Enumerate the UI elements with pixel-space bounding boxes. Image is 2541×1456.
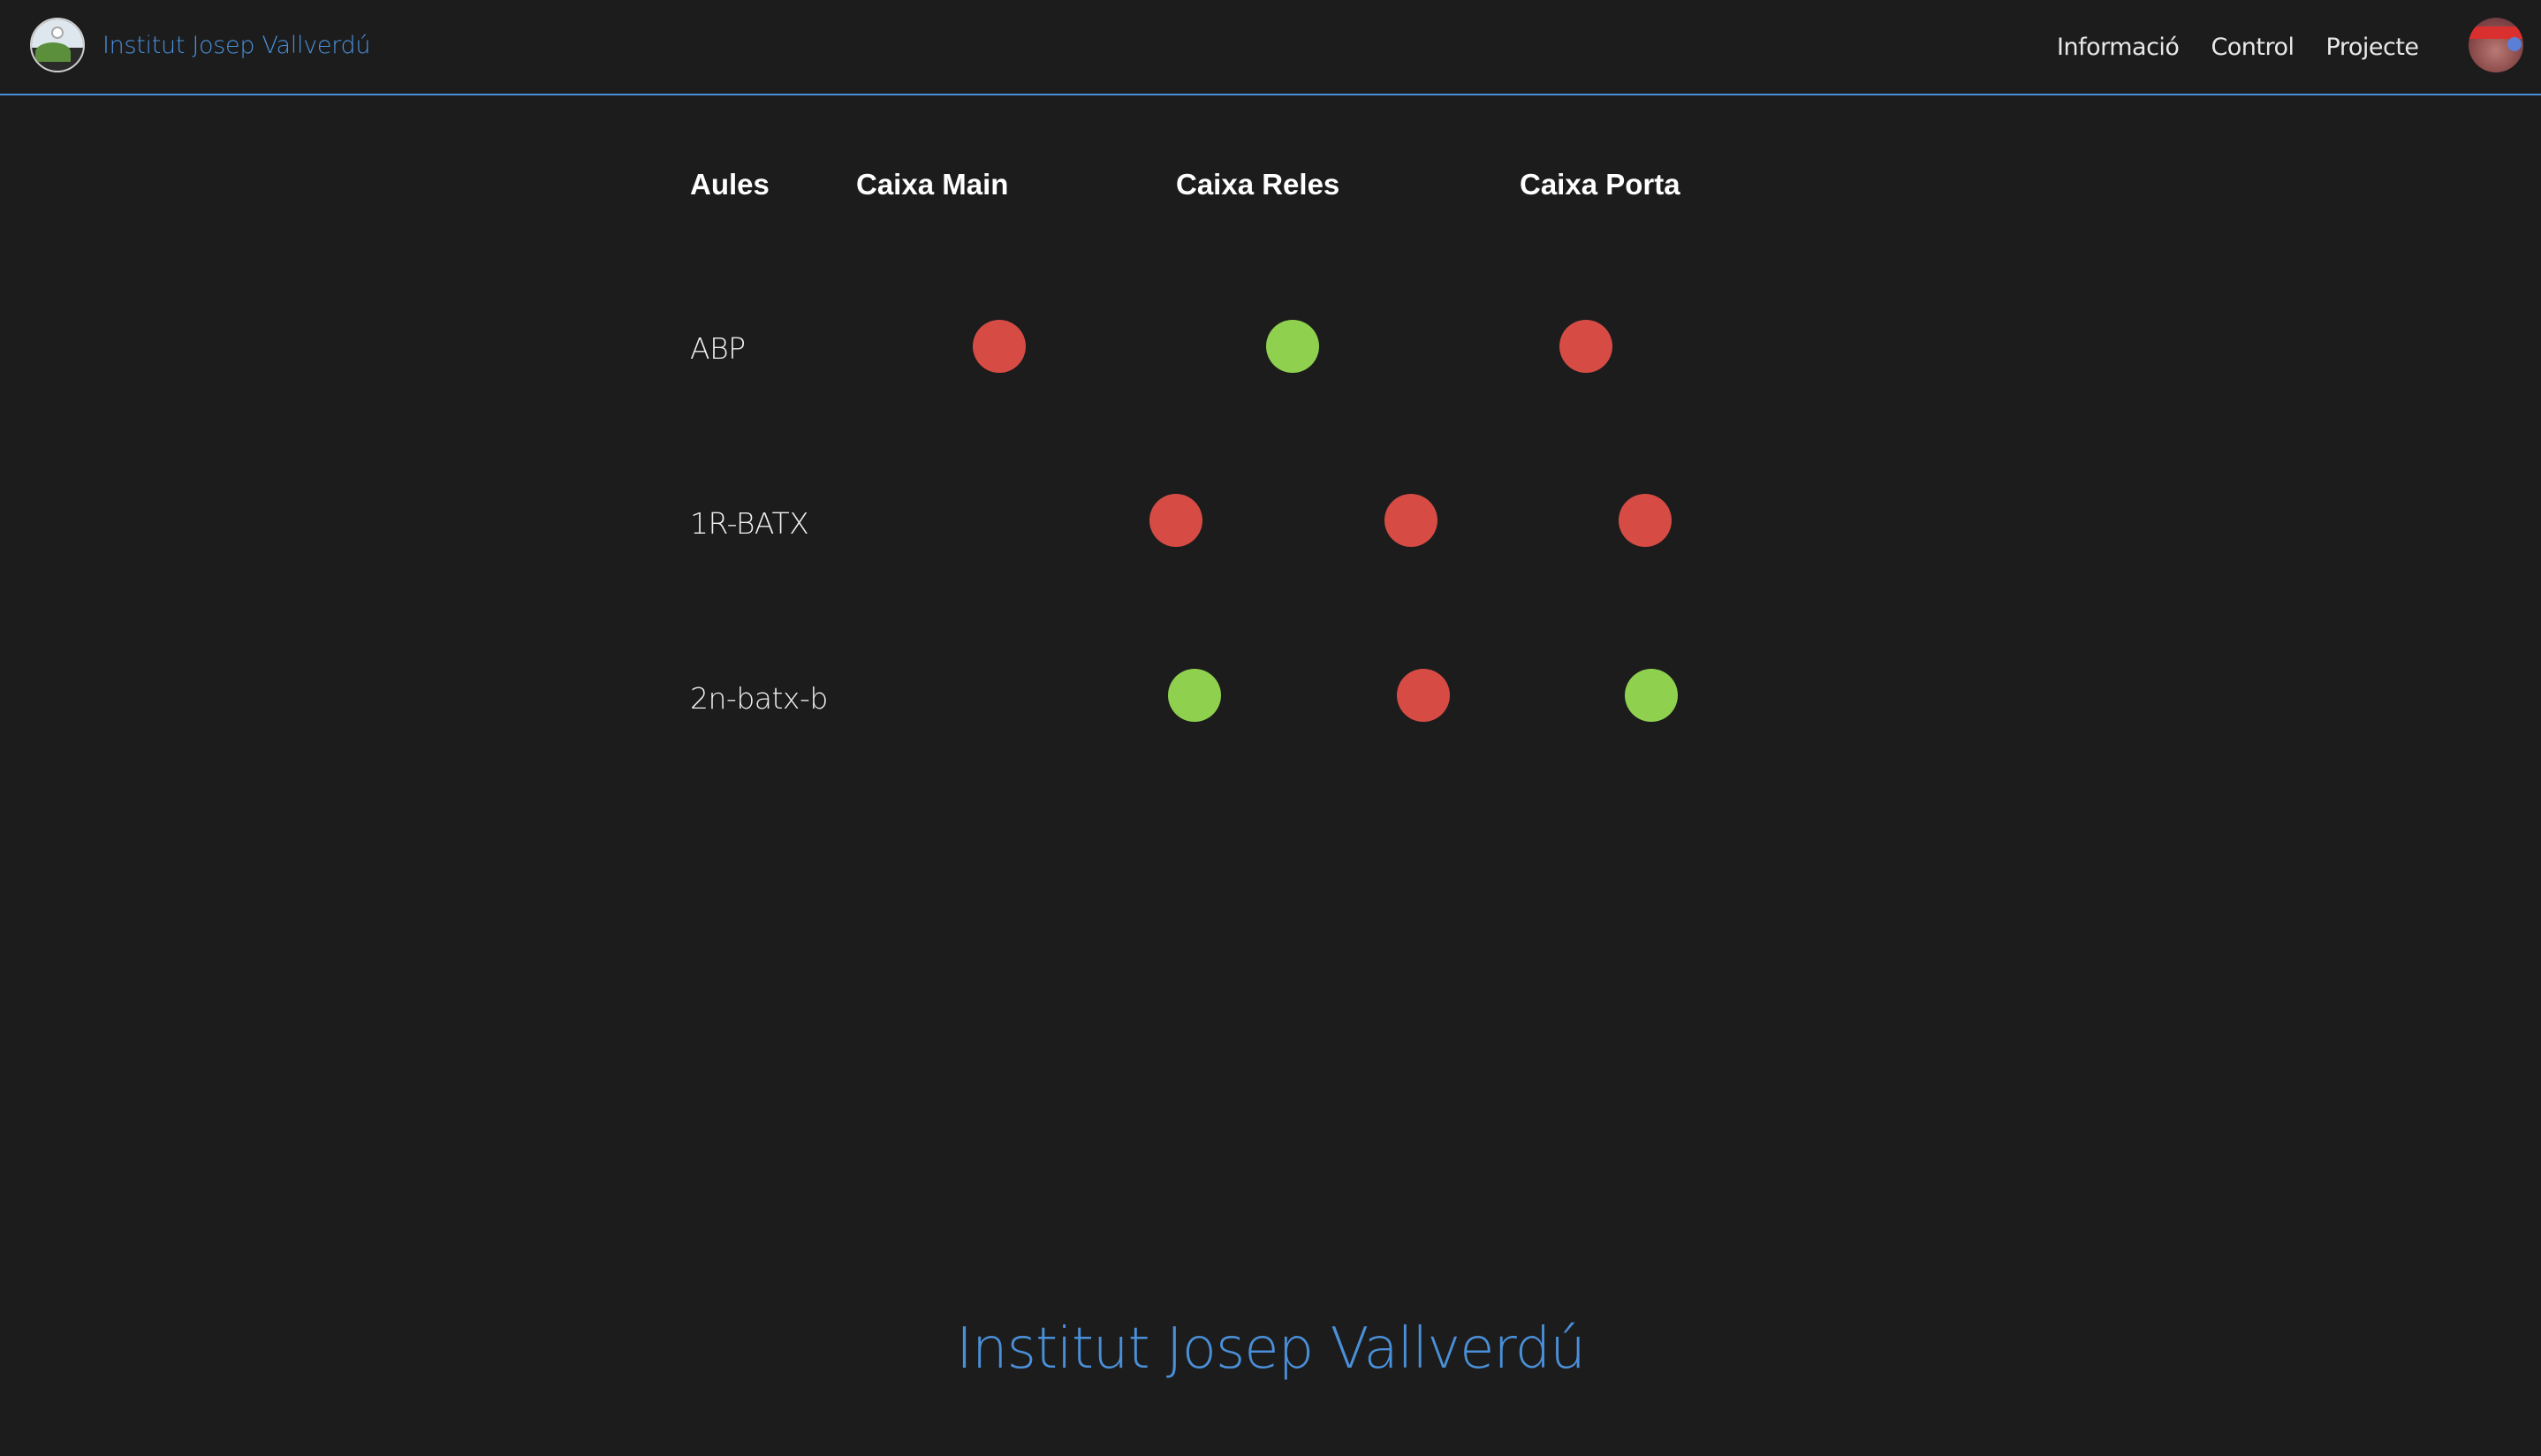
- school-logo[interactable]: [30, 18, 85, 72]
- status-dot-abp-porta: [1559, 320, 1612, 373]
- user-avatar[interactable]: [2469, 18, 2523, 72]
- header-caixa-porta: Caixa Porta: [1520, 168, 1680, 201]
- brand-link[interactable]: Institut Josep Vallverdú: [102, 32, 370, 59]
- status-dot-2n-batx-b-main: [1168, 669, 1221, 722]
- footer-title: Institut Josep Vallverdú: [956, 1316, 1586, 1382]
- status-dot-abp-reles: [1266, 320, 1319, 373]
- nav-informacio[interactable]: Informació: [2057, 34, 2180, 61]
- status-dot-abp-main: [973, 320, 1026, 373]
- status-dot-1r-batx-porta: [1619, 494, 1672, 547]
- row-label-abp: ABP: [690, 331, 746, 366]
- status-dot-2n-batx-b-porta: [1625, 669, 1678, 722]
- header-aules: Aules: [690, 168, 770, 201]
- row-label-2n-batx-b: 2n-batx-b: [690, 681, 828, 716]
- status-dot-1r-batx-main: [1149, 494, 1202, 547]
- nav-control[interactable]: Control: [2211, 34, 2294, 61]
- status-dot-1r-batx-reles: [1384, 494, 1437, 547]
- top-navbar: Institut Josep Vallverdú Informació Cont…: [0, 0, 2541, 95]
- header-caixa-reles: Caixa Reles: [1176, 168, 1340, 201]
- nav-links: Informació Control Projecte: [2057, 34, 2419, 61]
- header-caixa-main: Caixa Main: [856, 168, 1009, 201]
- row-label-1r-batx: 1R-BATX: [690, 506, 809, 541]
- nav-projecte[interactable]: Projecte: [2326, 34, 2420, 61]
- status-dot-2n-batx-b-reles: [1397, 669, 1450, 722]
